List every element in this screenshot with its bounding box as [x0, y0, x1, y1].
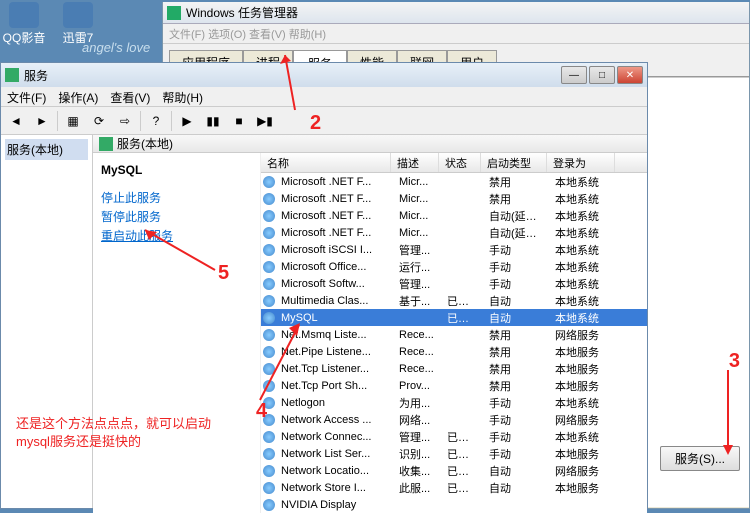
col-desc[interactable]: 描述	[391, 153, 439, 172]
service-icon	[263, 431, 275, 443]
table-row[interactable]: Network List Ser...识别...已启动手动本地服务	[261, 445, 647, 462]
service-icon	[263, 448, 275, 460]
service-icon	[263, 278, 275, 290]
table-row[interactable]: Microsoft .NET F...Micr...禁用本地系统	[261, 173, 647, 190]
tree-item-services[interactable]: 服务(本地)	[5, 139, 88, 160]
pause-icon[interactable]: ▮▮	[202, 110, 224, 132]
col-status[interactable]: 状态	[439, 153, 481, 172]
service-icon	[263, 193, 275, 205]
service-name: MySQL	[101, 163, 252, 177]
help-icon[interactable]: ?	[145, 110, 167, 132]
gear-icon	[99, 137, 113, 151]
forward-icon[interactable]: ►	[31, 110, 53, 132]
service-icon	[263, 176, 275, 188]
services-list: 名称 描述 状态 启动类型 登录为 Microsoft .NET F...Mic…	[261, 153, 647, 513]
table-row[interactable]: Microsoft .NET F...Micr...自动(延迟...本地系统	[261, 224, 647, 241]
titlebar[interactable]: Windows 任务管理器	[163, 2, 749, 24]
menu-item[interactable]: 文件(F)	[7, 89, 46, 104]
list-header[interactable]: 名称 描述 状态 启动类型 登录为	[261, 153, 647, 173]
table-row[interactable]: Net.Tcp Port Sh...Prov...禁用本地服务	[261, 377, 647, 394]
restart-link[interactable]: 重启动此服务	[101, 227, 252, 244]
table-row[interactable]: Network Store I...此服...已启动自动本地服务	[261, 479, 647, 496]
menubar: 文件(F) 操作(A) 查看(V) 帮助(H)	[1, 87, 647, 107]
table-row[interactable]: Net.Msmq Liste...Rece...禁用网络服务	[261, 326, 647, 343]
table-row[interactable]: Net.Tcp Listener...Rece...禁用本地服务	[261, 360, 647, 377]
service-icon	[263, 414, 275, 426]
service-icon	[263, 397, 275, 409]
menubar[interactable]: 文件(F) 选项(O) 查看(V) 帮助(H)	[163, 24, 749, 44]
service-icon	[263, 210, 275, 222]
tree-pane: 服务(本地)	[1, 135, 93, 508]
detail-pane: MySQL 停止此服务 暂停此服务 重启动此服务	[93, 153, 261, 513]
desktop-icon[interactable]: QQ影音	[2, 2, 46, 46]
maximize-button[interactable]: □	[589, 66, 615, 84]
service-icon	[263, 312, 275, 324]
annotation-note: 还是这个方法点点点，就可以启动 mysql服务还是挺快的	[16, 415, 211, 451]
table-row[interactable]: Microsoft .NET F...Micr...自动(延迟...本地系统	[261, 207, 647, 224]
table-row[interactable]: Microsoft Softw...管理...手动本地系统	[261, 275, 647, 292]
window-title: 服务	[24, 67, 48, 84]
props-icon[interactable]: ▦	[62, 110, 84, 132]
app-icon	[167, 6, 181, 20]
minimize-button[interactable]: —	[561, 66, 587, 84]
service-icon	[263, 261, 275, 273]
menu-item[interactable]: 查看(V)	[110, 89, 150, 104]
service-icon	[263, 295, 275, 307]
pane-header: 服务(本地)	[93, 135, 647, 153]
pause-link[interactable]: 暂停此服务	[101, 208, 252, 225]
service-icon	[263, 244, 275, 256]
service-icon	[263, 465, 275, 477]
menu-item[interactable]: 帮助(H)	[162, 89, 203, 104]
col-start[interactable]: 启动类型	[481, 153, 547, 172]
col-user[interactable]: 登录为	[547, 153, 615, 172]
export-icon[interactable]: ⇨	[114, 110, 136, 132]
service-icon	[263, 482, 275, 494]
table-row[interactable]: Netlogon为用...手动本地系统	[261, 394, 647, 411]
back-icon[interactable]: ◄	[5, 110, 27, 132]
services-button[interactable]: 服务(S)...	[660, 446, 740, 471]
table-row[interactable]: Microsoft .NET F...Micr...禁用本地系统	[261, 190, 647, 207]
play-icon[interactable]: ▶	[176, 110, 198, 132]
restart-icon[interactable]: ▶▮	[254, 110, 276, 132]
service-icon	[263, 227, 275, 239]
service-icon	[263, 363, 275, 375]
table-row[interactable]: Network Access ...网络...手动网络服务	[261, 411, 647, 428]
table-row[interactable]: NVIDIA Display	[261, 496, 647, 513]
table-row[interactable]: Microsoft iSCSI I...管理...手动本地系统	[261, 241, 647, 258]
table-row[interactable]: Microsoft Office...运行...手动本地系统	[261, 258, 647, 275]
titlebar[interactable]: 服务 — □ ✕	[1, 63, 647, 87]
service-icon	[263, 380, 275, 392]
service-icon	[263, 329, 275, 341]
service-icon	[263, 346, 275, 358]
gear-icon	[5, 68, 19, 82]
refresh-icon[interactable]: ⟳	[88, 110, 110, 132]
window-title: Windows 任务管理器	[186, 4, 298, 21]
table-row[interactable]: MySQL已启动自动本地系统	[261, 309, 647, 326]
stop-icon[interactable]: ■	[228, 110, 250, 132]
menu-item[interactable]: 操作(A)	[58, 89, 98, 104]
col-name[interactable]: 名称	[261, 153, 391, 172]
table-row[interactable]: Network Locatio...收集...已启动自动网络服务	[261, 462, 647, 479]
table-row[interactable]: Net.Pipe Listene...Rece...禁用本地服务	[261, 343, 647, 360]
stop-link[interactable]: 停止此服务	[101, 189, 252, 206]
table-row[interactable]: Multimedia Clas...基于...已启动自动本地系统	[261, 292, 647, 309]
toolbar: ◄ ► ▦ ⟳ ⇨ ? ▶ ▮▮ ■ ▶▮	[1, 107, 647, 135]
close-button[interactable]: ✕	[617, 66, 643, 84]
wallpaper-text: angel's love	[82, 40, 150, 55]
table-row[interactable]: Network Connec...管理...已启动手动本地系统	[261, 428, 647, 445]
